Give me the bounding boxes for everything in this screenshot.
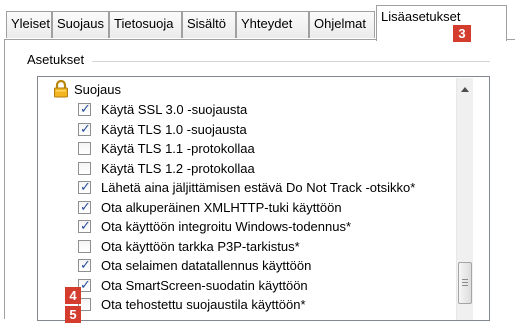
checkbox-unchecked[interactable] [78,161,91,175]
setting-label: Ota käyttöön tarkka P3P-tarkistus* [101,238,300,254]
group-label-asetukset: Asetukset [27,52,89,67]
setting-label: Käytä TLS 1.0 -suojausta [101,121,247,137]
lock-icon [53,79,69,98]
step-badge-5: 5 [65,306,81,323]
tab-yhteydet[interactable]: Yhteydet [236,11,309,38]
setting-label: Ota selaimen datatallennus käyttöön [101,258,312,273]
vertical-scrollbar[interactable] [456,78,473,320]
scroll-up-arrow-icon[interactable] [461,87,469,92]
checkbox-checked[interactable] [78,178,91,197]
group-divider [92,61,490,62]
setting-label: Ota alkuperäinen XMLHTTP-tuki käyttöön [101,199,342,215]
section-suojaus: Suojaus [74,82,121,97]
tab-yleiset[interactable]: Yleiset [6,11,52,38]
step-badge-3: 3 [453,25,471,42]
checkbox-checked[interactable] [78,198,91,217]
step-badge-4: 4 [65,287,81,304]
checkbox-unchecked[interactable] [78,239,91,253]
tab-ohjelmat[interactable]: Ohjelmat [309,11,375,38]
scrollbar-thumb[interactable] [458,262,472,304]
checkbox-unchecked[interactable] [78,142,91,155]
settings-listbox[interactable]: Suojaus Käytä SSL 3.0 -suojausta Käytä TL… [37,76,490,321]
tab-tietosuoja[interactable]: Tietosuoja [109,11,182,38]
tab-lisaasetukset[interactable]: Lisäasetukset [376,5,507,41]
tab-suojaus[interactable]: Suojaus [52,11,109,38]
setting-label: Käytä TLS 1.2 -protokollaa [101,160,255,176]
setting-label: Ota tehostettu suojaustila käyttöön* [101,297,306,312]
setting-label: Ota käyttöön integroitu Windows-todennus… [101,219,352,234]
tab-sisalto[interactable]: Sisältö [182,11,236,38]
checkbox-checked[interactable] [78,100,91,119]
checkbox-checked[interactable] [78,256,91,275]
checkbox-checked[interactable] [78,217,91,236]
setting-label: Ota SmartScreen-suodatin käyttöön [101,277,308,293]
tab-lisaasetukset-label: Lisäasetukset [381,9,461,24]
checkbox-checked[interactable] [78,120,91,139]
tab-strip: Yleiset Suojaus Tietosuoja Sisältö Yhtey… [0,0,515,41]
setting-label: Lähetä aina jäljittämisen estävä Do Not … [101,180,416,195]
setting-label: Käytä SSL 3.0 -suojausta [101,102,248,117]
setting-label: Käytä TLS 1.1 -protokollaa [101,141,255,156]
